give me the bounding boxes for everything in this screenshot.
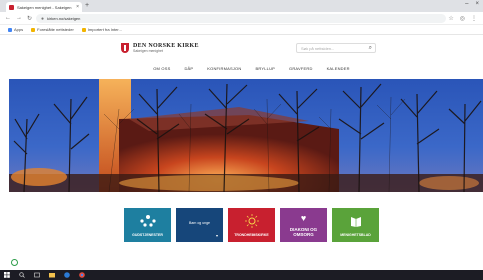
browser-tab-bar: Sakeigen menighet - Sakeigen × + – × (0, 0, 483, 12)
tile-menighetsblad[interactable]: MENIGHETSBLAD (332, 208, 379, 242)
site-header: DEN NORSKE KIRKE Sakeigen menighet Søk p… (0, 35, 483, 65)
folder-icon (31, 27, 36, 32)
browser-tab[interactable]: Sakeigen menighet - Sakeigen × (6, 2, 82, 12)
nav-item-om-oss[interactable]: OM OSS (153, 66, 170, 76)
new-tab-icon[interactable]: + (85, 2, 89, 10)
taskbar (0, 270, 483, 280)
minimize-icon[interactable]: – (465, 1, 468, 7)
quick-link-tiles: GUDSTJENESTER Barn og unge ▾ TRONDHEIMSK… (124, 208, 379, 242)
book-icon (350, 217, 361, 227)
nav-item-bryllup[interactable]: BRYLLUP (255, 66, 275, 76)
url-text: kirken.no/sakeigen (47, 16, 81, 21)
forward-icon[interactable]: → (16, 15, 22, 22)
search-icon[interactable]: ⌕ (369, 45, 375, 52)
nav-item-konfirmasjon[interactable]: KONFIRMASJON (207, 66, 241, 76)
tile-label: MENIGHETSBLAD (340, 233, 371, 237)
main-navigation: OM OSS DÅP KONFIRMASJON BRYLLUP GRAVFERD… (0, 66, 483, 76)
star-icon[interactable]: ☆ (448, 15, 453, 22)
parish-name: Sakeigen menighet (133, 49, 163, 53)
window-controls: – × (465, 1, 479, 7)
edge-icon[interactable] (64, 272, 70, 278)
close-tab-icon[interactable]: × (76, 4, 82, 10)
tile-barn-og-unge[interactable]: Barn og unge ▾ (176, 208, 223, 242)
folder-icon (81, 27, 86, 32)
chrome-icon[interactable] (79, 272, 85, 278)
tile-label: TRONDHEIMSKIRKE (234, 233, 269, 237)
windows-start-icon[interactable] (4, 272, 10, 278)
nav-item-gravferd[interactable]: GRAVFERD (289, 66, 313, 76)
nav-item-dap[interactable]: DÅP (184, 66, 193, 76)
file-explorer-icon[interactable] (49, 272, 55, 278)
bookmark-apps[interactable]: Apps (8, 27, 23, 32)
tile-label: GUDSTJENESTER (132, 233, 163, 237)
extension-icon[interactable]: ◎ (460, 15, 465, 22)
tile-label: DIAKONI OG OMSORG (289, 227, 318, 237)
bookmarks-bar: Apps Foreslåtte nettsteder Importert fra… (0, 25, 483, 35)
bookmark-imported[interactable]: Importert fra Inter... (81, 27, 122, 32)
reload-icon[interactable]: ↻ (27, 15, 32, 22)
sun-icon (244, 214, 259, 228)
hero-image (9, 79, 483, 192)
heart-icon: ♥ (300, 213, 307, 223)
site-logo[interactable]: DEN NORSKE KIRKE Sakeigen menighet (121, 43, 199, 53)
menu-icon[interactable]: ⋮ (471, 15, 477, 22)
church-night-photo (9, 79, 483, 192)
task-view-icon[interactable] (34, 272, 40, 278)
search-icon[interactable] (19, 272, 25, 278)
search-input[interactable]: Søk på nettsiden... (301, 46, 369, 51)
browser-toolbar: ← → ↻ ● kirken.no/sakeigen ☆ ◎ ⋮ (0, 12, 483, 25)
tile-trondheimskirke[interactable]: TRONDHEIMSKIRKE (228, 208, 275, 242)
nav-item-kalender[interactable]: KALENDER (327, 66, 350, 76)
close-window-icon[interactable]: × (475, 1, 479, 7)
tab-title: Sakeigen menighet - Sakeigen (17, 4, 72, 10)
tile-diakoni[interactable]: ♥ DIAKONI OG OMSORG (280, 208, 327, 242)
apps-icon (8, 27, 12, 32)
status-icon[interactable] (11, 259, 18, 266)
arrow-icon: ▾ (215, 233, 218, 238)
people-icon (139, 215, 156, 227)
bookmark-suggested[interactable]: Foreslåtte nettsteder (31, 27, 74, 32)
church-shield-icon (121, 43, 129, 53)
tile-label: Barn og unge (188, 221, 211, 225)
back-icon[interactable]: ← (5, 15, 11, 22)
lock-icon: ● (41, 15, 45, 22)
address-bar[interactable]: ● kirken.no/sakeigen (36, 14, 446, 23)
tile-gudstjenester[interactable]: GUDSTJENESTER (124, 208, 171, 242)
church-favicon-icon (9, 4, 14, 10)
site-search[interactable]: Søk på nettsiden... ⌕ (296, 43, 376, 53)
